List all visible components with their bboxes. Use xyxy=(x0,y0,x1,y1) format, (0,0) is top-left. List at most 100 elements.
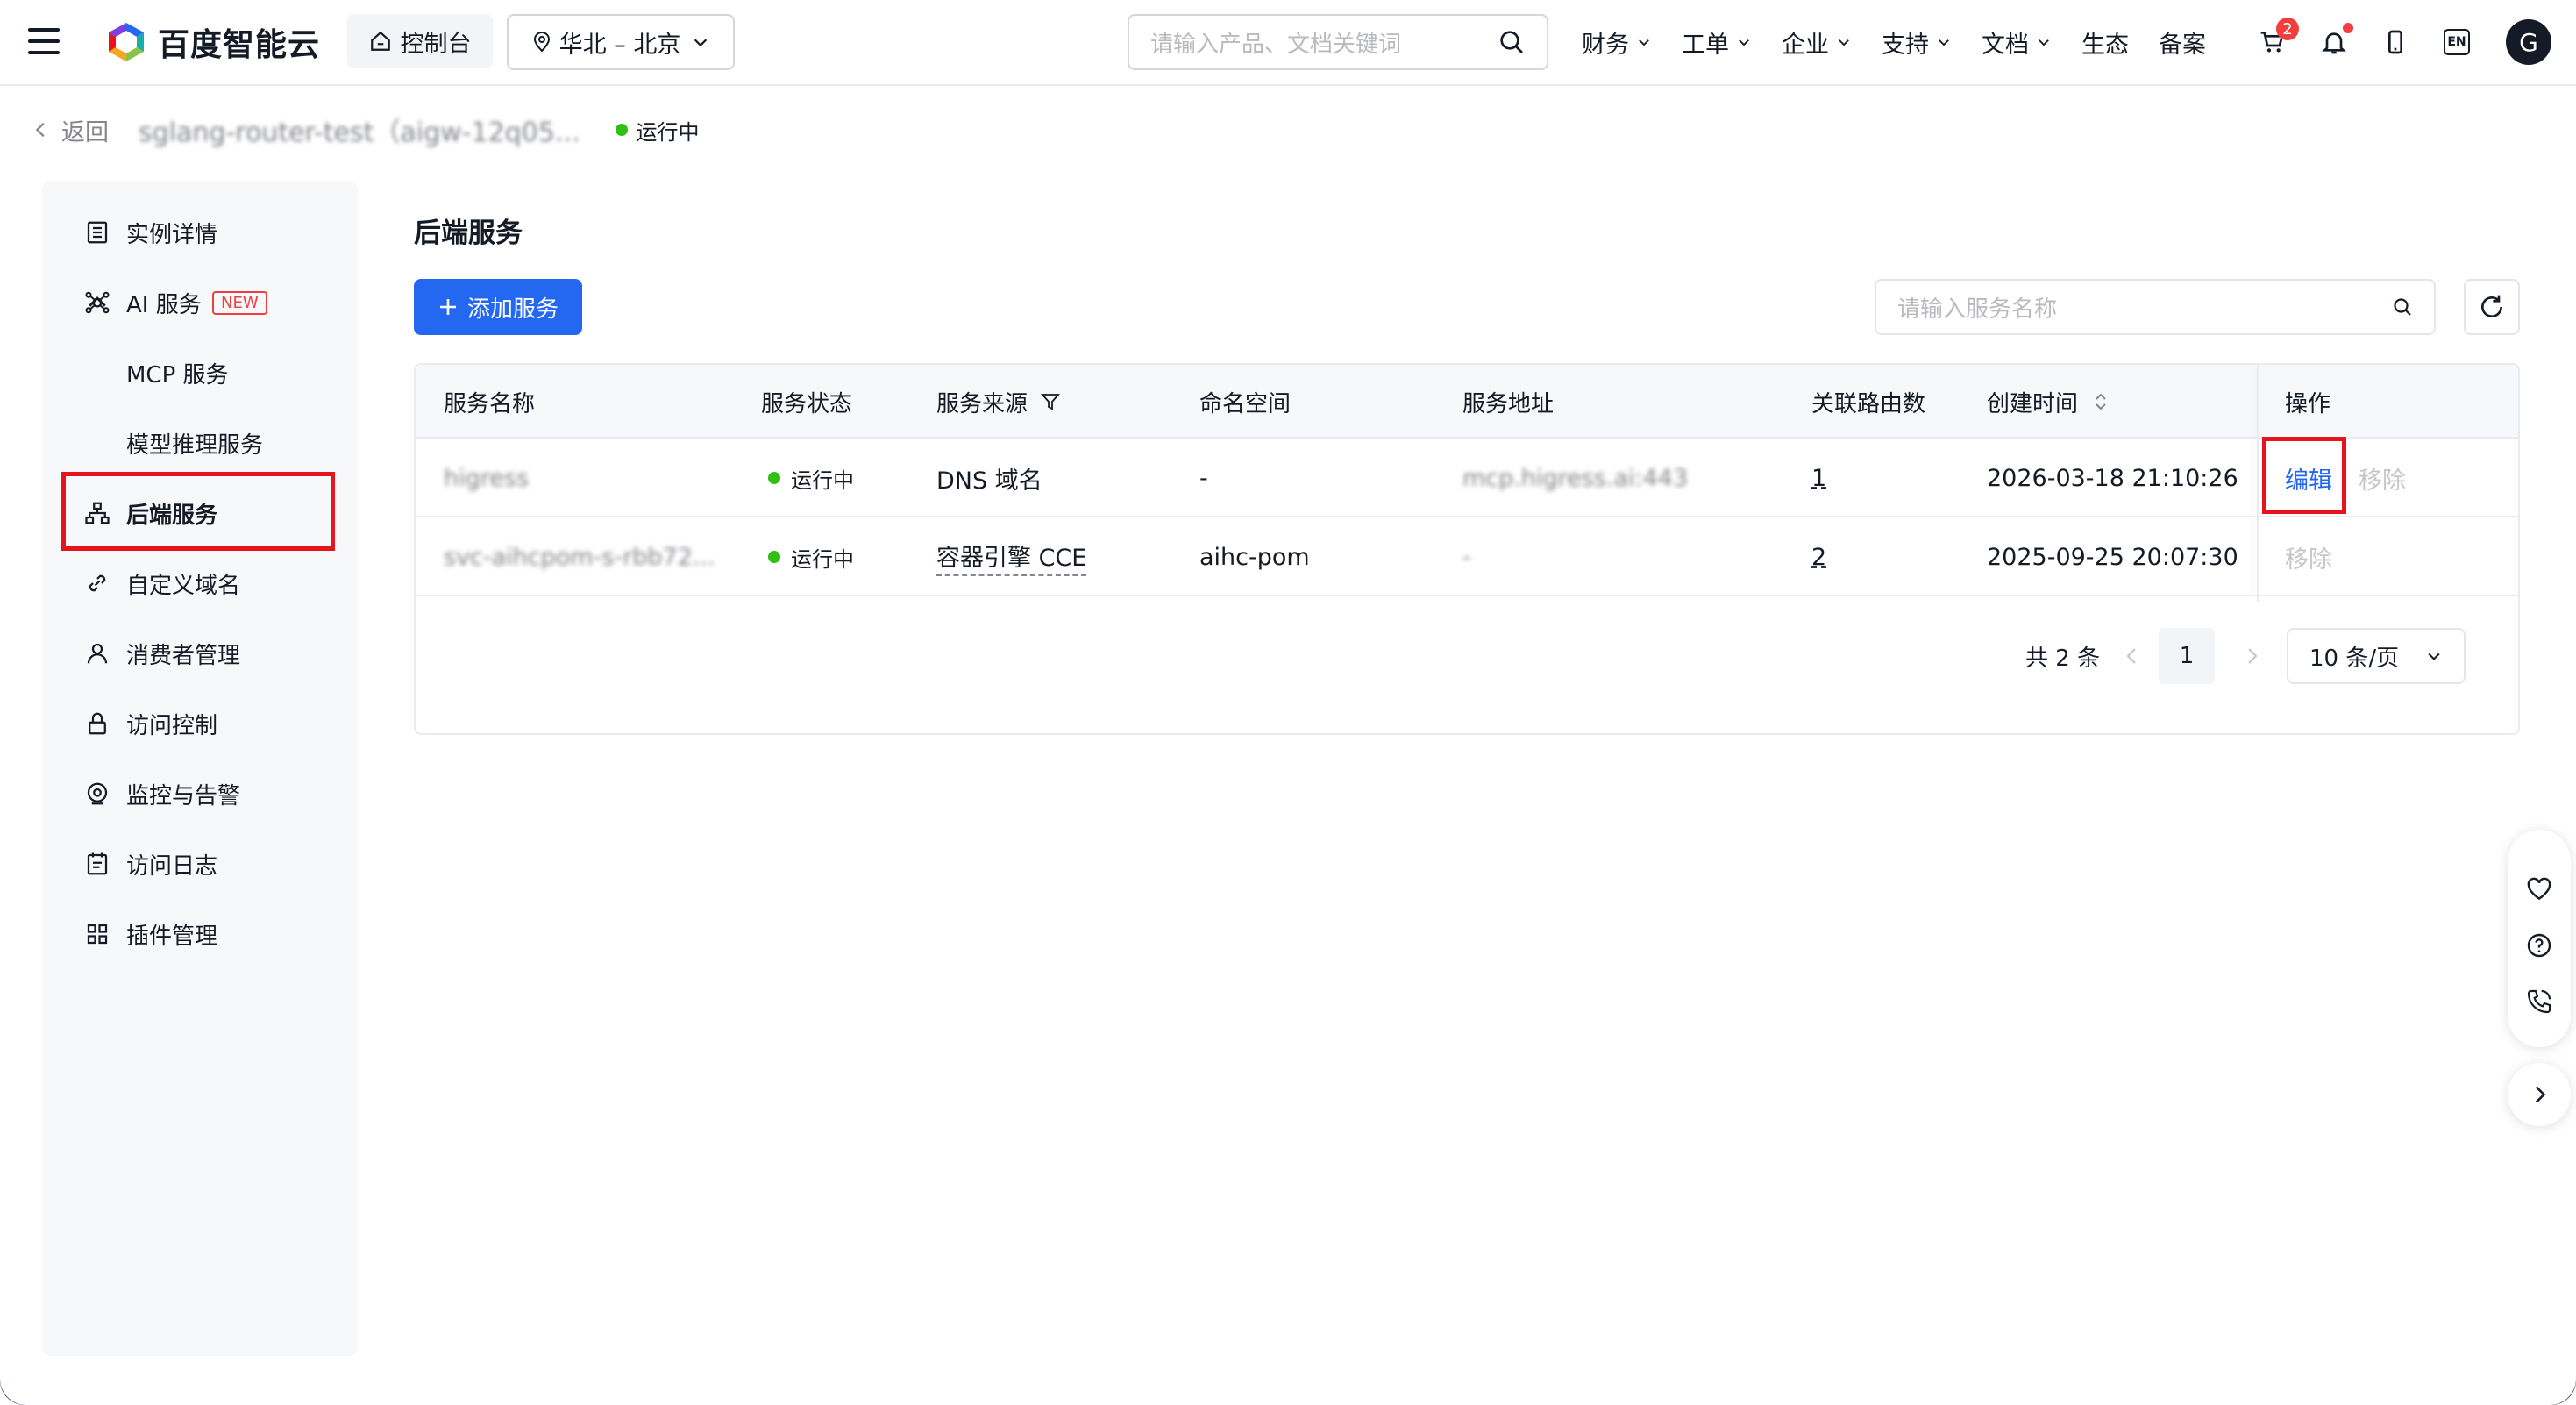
brand-name: 百度智能云 xyxy=(158,27,321,63)
sidebar-item-plugin-management[interactable]: 插件管理 xyxy=(42,905,358,963)
console-label: 控制台 xyxy=(400,30,472,58)
service-source: 容器引擎 CCE xyxy=(936,517,1087,596)
sidebar-item-instance-detail[interactable]: 实例详情 xyxy=(42,203,358,261)
remove-button[interactable]: 移除 xyxy=(2359,439,2406,517)
filter-icon[interactable] xyxy=(1040,391,1061,412)
column-header-created-label: 创建时间 xyxy=(1987,390,2079,417)
nav-enterprise[interactable]: 企业 xyxy=(1782,25,1852,60)
service-created-time: 2026-03-18 21:10:26 xyxy=(1987,464,2238,492)
nav-finance[interactable]: 财务 xyxy=(1582,25,1652,60)
service-source-label: 容器引擎 CCE xyxy=(936,538,1087,576)
chevron-up-icon[interactable] xyxy=(84,289,110,316)
sidebar-item-ai-service[interactable]: AI 服务 NEW xyxy=(42,274,358,332)
table-row: higress 运行中 DNS 域名 - mcp.higress.ai:443 … xyxy=(416,439,2518,517)
status-dot xyxy=(768,472,780,484)
route-count-link[interactable]: 2 xyxy=(1811,517,1826,596)
region-selector[interactable]: 华北 – 北京 xyxy=(507,14,735,70)
heart-icon[interactable] xyxy=(2525,875,2553,903)
nav-label: 备案 xyxy=(2159,31,2206,59)
column-header-status: 服务状态 xyxy=(761,390,853,417)
sidebar: 实例详情 AI 服务 NEW MCP 服务 模型推理服务 后端服务 自定义域名 … xyxy=(42,181,358,1356)
sidebar-item-label: 访问日志 xyxy=(126,852,218,880)
floating-toolbar xyxy=(2508,830,2571,1047)
back-button[interactable]: 返回 xyxy=(32,113,109,147)
chevron-right-icon[interactable] xyxy=(2241,645,2262,667)
chevron-left-icon[interactable] xyxy=(2122,645,2143,667)
service-address: mcp.higress.ai:443 xyxy=(1462,464,1689,492)
avatar[interactable]: G xyxy=(2506,19,2551,65)
chevron-left-icon xyxy=(35,122,45,138)
page-size-label: 10 条/页 xyxy=(2309,645,2400,672)
page-size-select[interactable]: 10 条/页 xyxy=(2287,628,2466,684)
home-icon xyxy=(370,31,390,51)
language-button[interactable]: EN xyxy=(2436,21,2478,63)
phone-icon xyxy=(2388,30,2402,54)
service-status-label: 运行中 xyxy=(791,546,854,572)
phone-call-icon[interactable] xyxy=(2525,988,2553,1016)
chevron-down-icon xyxy=(1639,39,1649,46)
service-search-input[interactable]: 请输入服务名称 xyxy=(1875,279,2436,335)
service-status-label: 运行中 xyxy=(791,467,854,493)
brand-logo[interactable]: 百度智能云 xyxy=(103,19,320,65)
service-search-placeholder: 请输入服务名称 xyxy=(1897,296,2058,323)
nav-ticket[interactable]: 工单 xyxy=(1682,25,1752,60)
mobile-button[interactable] xyxy=(2374,21,2416,63)
console-button[interactable]: 控制台 xyxy=(347,14,493,68)
sort-icon[interactable] xyxy=(2090,391,2111,412)
highlight-box-edit xyxy=(2262,437,2346,514)
floating-expand-button[interactable] xyxy=(2508,1063,2571,1126)
nav-label: 财务 xyxy=(1582,31,1629,59)
route-count-link[interactable]: 1 xyxy=(1811,439,1826,517)
column-header-created[interactable]: 创建时间 xyxy=(1987,365,2111,439)
service-status: 运行中 xyxy=(768,517,854,596)
sidebar-item-label: MCP 服务 xyxy=(126,361,229,389)
global-search-input[interactable]: 请输入产品、文档关键词 xyxy=(1128,14,1548,70)
help-icon[interactable] xyxy=(2525,931,2553,959)
back-label: 返回 xyxy=(61,118,109,146)
notification-button[interactable] xyxy=(2313,21,2355,63)
nav-label: 支持 xyxy=(1882,31,1929,59)
grid-icon xyxy=(87,924,108,945)
sidebar-item-model-inference[interactable]: 模型推理服务 xyxy=(42,414,358,472)
cart-button[interactable]: 2 xyxy=(2252,18,2299,63)
location-pin-icon xyxy=(533,32,550,53)
nav-filing[interactable]: 备案 xyxy=(2159,25,2206,60)
baidu-cloud-logo-icon xyxy=(109,23,144,61)
service-name: higress xyxy=(444,464,530,492)
table-header: 服务名称 服务状态 服务来源 命名空间 服务地址 关联路由数 创建时间 操作 xyxy=(416,365,2518,439)
add-service-label: 添加服务 xyxy=(466,296,559,323)
remove-button[interactable]: 移除 xyxy=(2285,517,2332,596)
sidebar-item-access-log[interactable]: 访问日志 xyxy=(42,835,358,893)
sidebar-item-access-control[interactable]: 访问控制 xyxy=(42,695,358,752)
menu-icon[interactable] xyxy=(28,28,60,54)
sidebar-item-consumer-management[interactable]: 消费者管理 xyxy=(42,624,358,682)
global-search-placeholder: 请输入产品、文档关键词 xyxy=(1150,31,1402,58)
column-header-namespace: 命名空间 xyxy=(1199,390,1292,417)
highlight-box-backend-service xyxy=(61,472,335,551)
column-header-name: 服务名称 xyxy=(444,390,536,417)
refresh-icon xyxy=(2481,295,2502,317)
chevron-down-icon xyxy=(1739,39,1749,46)
add-service-button[interactable]: 添加服务 xyxy=(414,279,582,335)
table-row: svc-aihcpom-s-rbb72... 运行中 容器引擎 CCE aihc… xyxy=(416,517,2518,596)
search-icon[interactable] xyxy=(2392,296,2413,317)
column-header-route-count: 关联路由数 xyxy=(1811,390,1926,417)
log-icon xyxy=(87,852,108,875)
refresh-button[interactable] xyxy=(2464,279,2520,335)
search-icon[interactable] xyxy=(1498,28,1526,56)
page-number-current[interactable]: 1 xyxy=(2159,628,2215,684)
nav-support[interactable]: 支持 xyxy=(1882,25,1952,60)
top-bar: 百度智能云 控制台 华北 – 北京 请输入产品、文档关键词 财务 工单 企业 支… xyxy=(0,0,2576,86)
plus-icon xyxy=(439,299,456,315)
nav-docs[interactable]: 文档 xyxy=(1982,25,2052,60)
column-header-source[interactable]: 服务来源 xyxy=(936,365,1061,439)
user-icon xyxy=(87,643,108,664)
nav-ecosystem[interactable]: 生态 xyxy=(2081,25,2129,60)
top-nav: 财务 工单 企业 支持 文档 生态 备案 xyxy=(1582,25,2236,60)
sidebar-item-monitoring[interactable]: 监控与告警 xyxy=(42,765,358,823)
monitor-icon xyxy=(87,782,108,805)
chevron-down-icon xyxy=(1839,39,1849,46)
sidebar-item-mcp-service[interactable]: MCP 服务 xyxy=(42,344,358,402)
sidebar-item-custom-domain[interactable]: 自定义域名 xyxy=(42,554,358,612)
sidebar-item-label: AI 服务 xyxy=(126,291,202,318)
